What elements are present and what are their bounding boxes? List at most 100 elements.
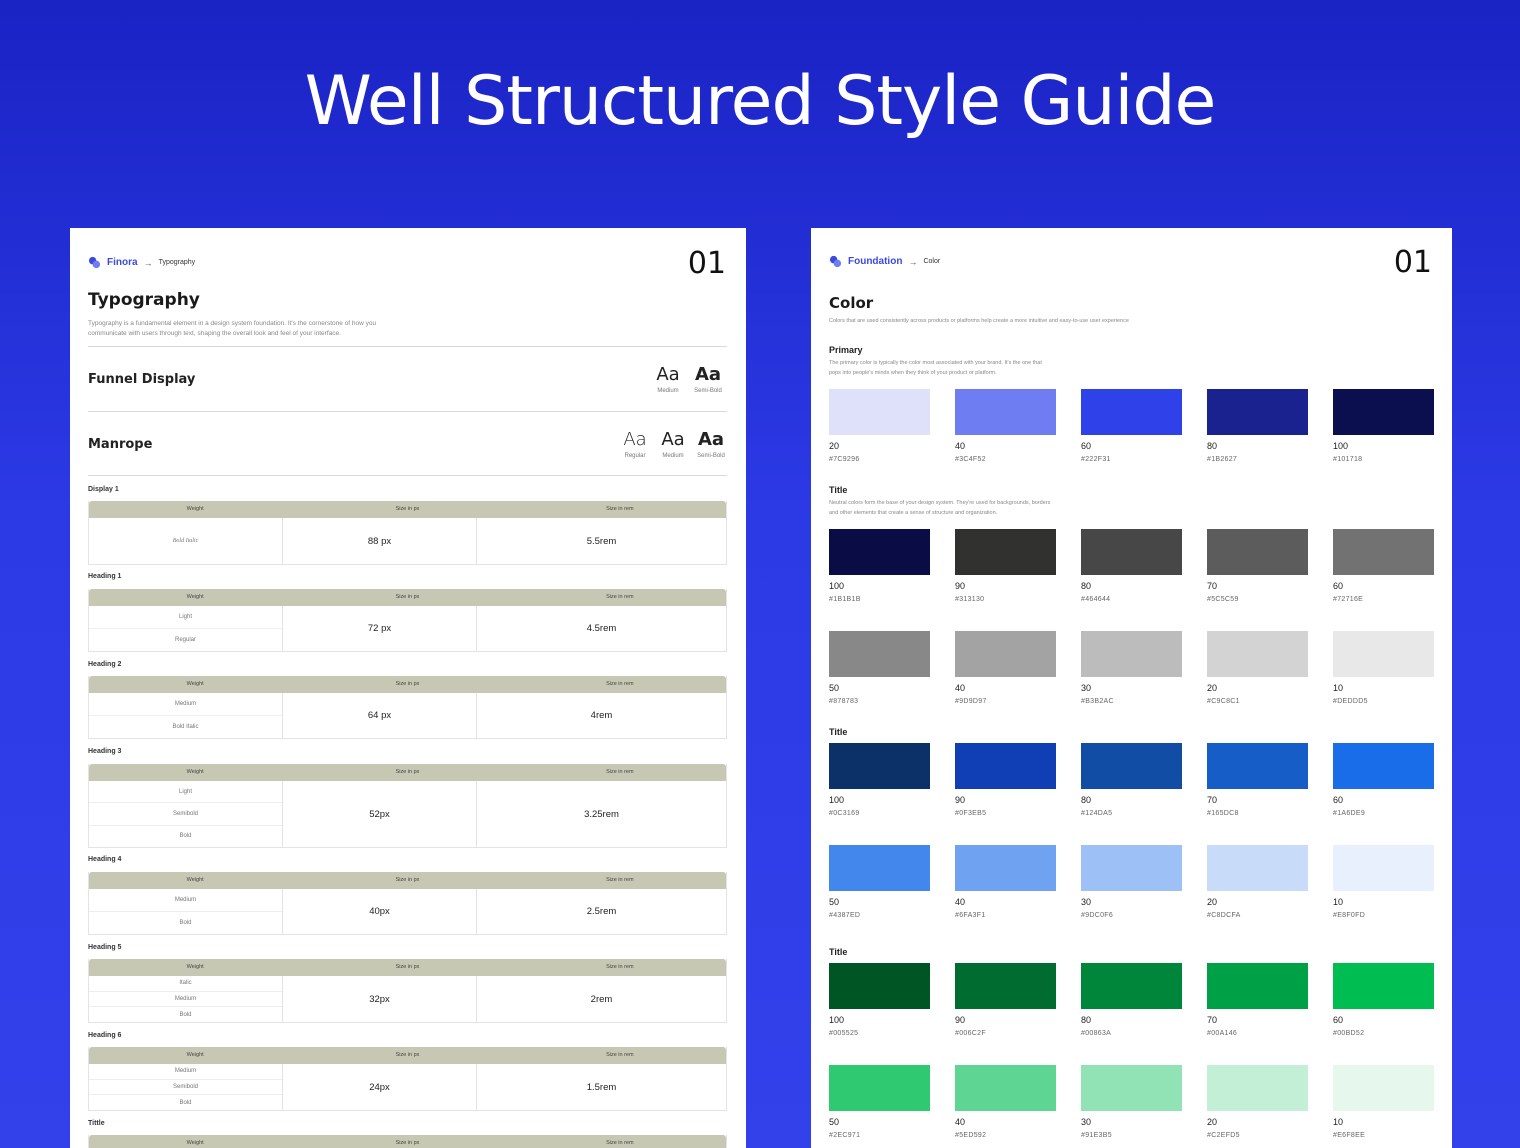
font-sample: Aa Regular: [623, 429, 647, 459]
color-swatch-hex: #E6F8EE: [1333, 1132, 1366, 1139]
color-swatch-hex: #7C9296: [829, 456, 860, 463]
color-swatch-step: 70: [1207, 581, 1218, 591]
color-swatch[interactable]: 90 #0F3EB5: [955, 743, 1056, 817]
color-swatch-step: 30: [1081, 897, 1092, 907]
type-scale-table: Weight Size in px Size in rem Medium Bold 4…: [88, 872, 727, 935]
color-swatch[interactable]: 70 #165DC8: [1207, 743, 1308, 817]
color-swatch-chip: [1081, 845, 1182, 891]
color-swatch-step: 100: [1333, 441, 1349, 451]
color-swatch[interactable]: 80 #464644: [1081, 529, 1182, 603]
style-label-heading-5: Heading 5: [88, 944, 122, 951]
color-group-title: Primary: [829, 345, 863, 355]
color-swatch[interactable]: 100 #005525: [829, 963, 930, 1037]
color-swatch[interactable]: 10 #E8F0FD: [1333, 845, 1434, 919]
color-swatch-hex: #1B1B1B: [829, 596, 861, 603]
color-swatch[interactable]: 20 #C9C8C1: [1207, 631, 1308, 705]
arrow-right-icon: →: [143, 257, 153, 268]
color-swatch[interactable]: 60 #1A6DE9: [1333, 743, 1434, 817]
color-swatch[interactable]: 20 #C8DCFA: [1207, 845, 1308, 919]
color-swatch[interactable]: 60 #222F31: [1081, 389, 1182, 463]
color-swatch[interactable]: 70 #5C5C59: [1207, 529, 1308, 603]
color-swatch-chip: [1333, 1065, 1434, 1111]
color-swatch[interactable]: 30 #B3B2AC: [1081, 631, 1182, 705]
color-swatch-step: 30: [1081, 1117, 1092, 1127]
color-swatch[interactable]: 80 #1B2627: [1207, 389, 1308, 463]
color-swatch-hex: #1B2627: [1207, 456, 1238, 463]
color-swatch-hex: #124DA5: [1081, 810, 1113, 817]
breadcrumb-current: Color: [923, 258, 941, 265]
color-swatch[interactable]: 90 #006C2F: [955, 963, 1056, 1037]
color-swatch[interactable]: 50 #878783: [829, 631, 930, 705]
color-swatch-step: 80: [1081, 581, 1092, 591]
color-swatch-hex: #878783: [829, 698, 859, 705]
page-title: Color: [829, 294, 874, 312]
color-swatch[interactable]: 40 #9D9D97: [955, 631, 1056, 705]
color-swatch-hex: #2EC971: [829, 1132, 861, 1139]
color-swatch-step: 80: [1081, 1015, 1092, 1025]
color-swatch[interactable]: 20 #C2EFD5: [1207, 1065, 1308, 1139]
color-swatch[interactable]: 30 #91E3B5: [1081, 1065, 1182, 1139]
color-swatch-hex: #165DC8: [1207, 810, 1239, 817]
foundation-logo-icon: [829, 255, 842, 268]
color-swatch-chip: [829, 845, 930, 891]
color-swatch[interactable]: 80 #124DA5: [1081, 743, 1182, 817]
type-scale-table: Weight Size in px Size in rem Italic Medium…: [88, 959, 727, 1023]
color-swatch-chip: [1333, 963, 1434, 1009]
color-swatch-step: 100: [829, 795, 845, 805]
color-swatch-step: 90: [955, 795, 966, 805]
color-swatch-chip: [829, 631, 930, 677]
color-swatch-step: 100: [829, 581, 845, 591]
color-swatch[interactable]: 30 #9DC0F6: [1081, 845, 1182, 919]
style-label-heading-2: Heading 2: [88, 661, 122, 668]
color-swatch[interactable]: 70 #00A146: [1207, 963, 1308, 1037]
color-swatch-chip: [1333, 631, 1434, 677]
divider: [88, 475, 727, 476]
font-name-manrope: Manrope: [88, 437, 153, 452]
color-panel: Foundation → Color 01 Color Colors that …: [811, 228, 1452, 1148]
color-swatch-hex: #0C3169: [829, 810, 860, 817]
color-swatch-hex: #5C5C59: [1207, 596, 1239, 603]
color-group-title: Title: [829, 485, 848, 495]
type-scale-table: Weight Size in px Size in rem: [88, 1135, 727, 1148]
style-label-display-1: Display 1: [88, 486, 119, 493]
color-swatch-chip: [1333, 743, 1434, 789]
color-swatch[interactable]: 50 #2EC971: [829, 1065, 930, 1139]
font-sample: Aa Semi-Bold: [694, 364, 722, 394]
color-swatch[interactable]: 50 #4387ED: [829, 845, 930, 919]
color-swatch[interactable]: 100 #1B1B1B: [829, 529, 930, 603]
color-swatch[interactable]: 40 #6FA3F1: [955, 845, 1056, 919]
color-swatch-step: 50: [829, 1117, 840, 1127]
breadcrumb: Finora → Typography: [88, 256, 195, 269]
color-swatch-chip: [955, 963, 1056, 1009]
color-swatch[interactable]: 100 #0C3169: [829, 743, 930, 817]
color-swatch-chip: [1207, 743, 1308, 789]
color-swatch-step: 60: [1081, 441, 1092, 451]
breadcrumb: Foundation → Color: [829, 255, 940, 268]
breadcrumb-brand-link[interactable]: Foundation: [848, 256, 902, 267]
breadcrumb-brand-link[interactable]: Finora: [107, 257, 138, 268]
page-description: Colors that are used consistently across…: [829, 318, 1129, 324]
color-swatch[interactable]: 40 #5ED592: [955, 1065, 1056, 1139]
color-swatch-chip: [955, 743, 1056, 789]
color-swatch-chip: [1333, 389, 1434, 435]
color-swatch[interactable]: 60 #72716E: [1333, 529, 1434, 603]
type-scale-table: Weight Size in px Size in rem Bold Italic …: [88, 501, 727, 565]
color-swatch-chip: [1081, 963, 1182, 1009]
color-swatch[interactable]: 90 #313130: [955, 529, 1056, 603]
color-swatch-step: 20: [829, 441, 840, 451]
page-number: 01: [687, 246, 726, 281]
color-swatch-step: 20: [1207, 897, 1218, 907]
color-swatch-chip: [829, 1065, 930, 1111]
color-swatch[interactable]: 20 #7C9296: [829, 389, 930, 463]
type-scale-table: Weight Size in px Size in rem Light Regular…: [88, 589, 727, 652]
color-swatch[interactable]: 10 #DEDDD5: [1333, 631, 1434, 705]
color-swatch[interactable]: 100 #101718: [1333, 389, 1434, 463]
color-swatch[interactable]: 60 #00BD52: [1333, 963, 1434, 1037]
color-group-title: Title: [829, 947, 848, 957]
color-swatch[interactable]: 10 #E6F8EE: [1333, 1065, 1434, 1139]
color-swatch-chip: [955, 631, 1056, 677]
color-swatch[interactable]: 40 #3C4F52: [955, 389, 1056, 463]
color-swatch[interactable]: 80 #00863A: [1081, 963, 1182, 1037]
color-swatch-hex: #E8F0FD: [1333, 912, 1366, 919]
typography-panel: Finora → Typography 01 Typography Typogr…: [70, 228, 746, 1148]
